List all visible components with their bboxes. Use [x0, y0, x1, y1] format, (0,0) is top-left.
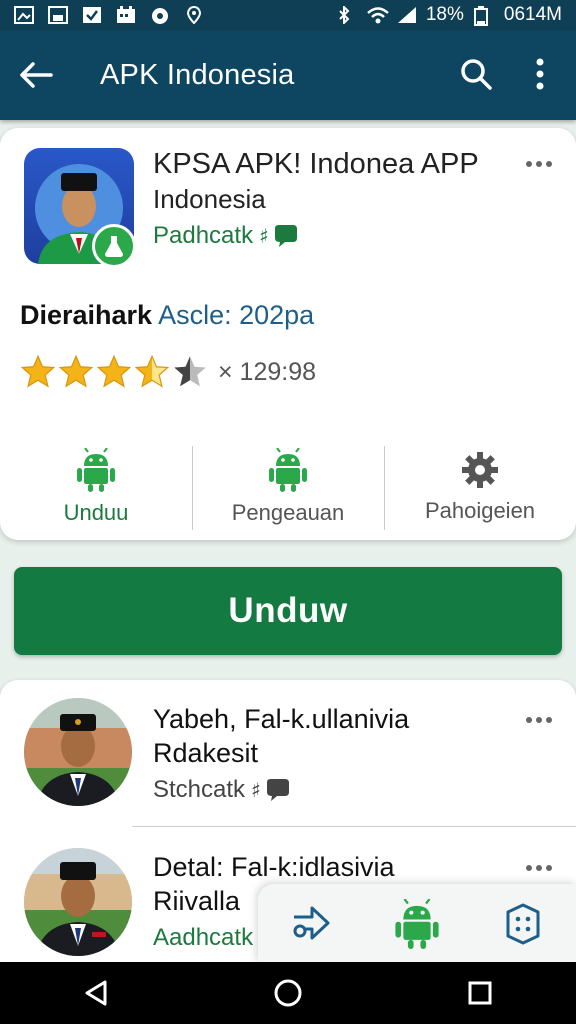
list-item-category: Stchcatk ♯ [153, 776, 291, 804]
list-item-title: Yabeh, Fal-k.ullanivia [153, 704, 410, 734]
square-recents-icon [468, 981, 492, 1005]
list-item-category-label: Aadhcatk [153, 924, 254, 951]
arrow-left-icon [20, 62, 53, 88]
location-notification-icon [184, 5, 204, 25]
gear-icon [462, 452, 498, 488]
star-full-icon [58, 354, 94, 388]
calendar-notification-icon [116, 6, 136, 24]
rating-count: × 129:98 [218, 357, 317, 386]
list-item-category-label: Stchcatk [153, 776, 246, 803]
circle-home-icon [274, 979, 302, 1007]
page-title: APK Indonesia [100, 58, 295, 91]
check-notification-icon [82, 6, 102, 24]
app-bar: APK Indonesia [0, 30, 576, 120]
list-divider [132, 826, 576, 827]
share-toolbar-button[interactable] [281, 894, 341, 954]
app-name: KPSA APK! Indonea APP [153, 148, 479, 180]
dice-toolbar-button[interactable] [493, 894, 553, 954]
list-item-subtitle: Rdakesit [153, 738, 259, 768]
app-meta: Dieraihark Ascle: 202pa [20, 300, 314, 331]
rating-row: × 129:98 [20, 354, 316, 390]
triangle-back-icon [85, 980, 107, 1006]
nav-recents-button[interactable] [450, 968, 510, 1018]
action-download[interactable]: Unduu [0, 444, 192, 530]
app-detail-card: KPSA APK! Indonea APP Indonesia Padhcatk… [0, 128, 576, 540]
install-badge [92, 224, 136, 268]
android-toolbar-button[interactable] [387, 894, 447, 954]
android-icon [395, 899, 439, 949]
back-button[interactable] [16, 55, 56, 95]
list-item-title: Detal: Fal-k:idlasivia [153, 852, 395, 882]
list-item-menu-button[interactable] [522, 708, 556, 732]
system-nav-bar [0, 962, 576, 1024]
action-share-label: Pengeauan [231, 500, 345, 525]
camera-notification-icon [150, 6, 170, 24]
person-portrait-icon [24, 848, 132, 956]
app-developer[interactable]: Indonesia [153, 184, 266, 215]
image-notification-icon [14, 6, 34, 24]
share-arrow-icon [293, 906, 330, 940]
status-bar: 18% 0614M [0, 0, 576, 30]
clock: 0614M [503, 4, 562, 25]
signal-icon [396, 6, 416, 24]
category-label: Padhcatk [153, 222, 254, 249]
person-portrait-icon [24, 698, 132, 806]
download-button[interactable]: Unduw [14, 567, 562, 655]
svg-text:♯: ♯ [251, 778, 261, 802]
star-full-icon [96, 354, 132, 388]
more-horizontal-icon [526, 717, 552, 723]
meta-version: Ascle: 202pa [158, 300, 315, 330]
floating-toolbar [258, 884, 576, 964]
avatar [24, 698, 132, 806]
chat-tag-icon: ♯ [251, 778, 290, 802]
notification-icons [14, 5, 204, 25]
wifi-icon [366, 6, 389, 24]
list-item[interactable]: Yabeh, Fal-k.ullanivia Rdakesit Stchcatk… [0, 690, 576, 830]
card-menu-button[interactable] [522, 152, 556, 176]
star-full-icon [20, 354, 56, 388]
star-empty-icon [174, 356, 206, 387]
bluetooth-icon [336, 4, 356, 26]
star-half-icon [134, 354, 170, 388]
meta-label: Dieraihark [20, 300, 153, 330]
app-category[interactable]: Padhcatk ♯ [153, 222, 299, 250]
nav-home-button[interactable] [258, 968, 318, 1018]
avatar [24, 848, 132, 956]
nav-back-button[interactable] [66, 968, 126, 1018]
chat-tag-icon: ♯ [259, 224, 298, 248]
list-item-subtitle: Riivalla [153, 886, 241, 916]
system-indicators: 18% 0614M [336, 4, 562, 26]
more-vertical-icon [536, 58, 544, 90]
more-horizontal-icon [526, 865, 552, 871]
list-item-category: Aadhcatk [153, 924, 253, 952]
search-button[interactable] [456, 54, 496, 94]
flask-icon [105, 236, 123, 257]
action-download-label: Unduu [63, 500, 129, 525]
action-settings[interactable]: Pahoigeien [384, 444, 576, 530]
search-icon [461, 59, 492, 90]
list-item-menu-button[interactable] [522, 856, 556, 880]
battery-percent: 18% [425, 4, 464, 25]
action-share[interactable]: Pengeauan [192, 444, 384, 530]
more-horizontal-icon [526, 161, 552, 167]
battery-icon [473, 6, 494, 26]
overflow-menu-button[interactable] [524, 54, 556, 94]
dice-icon [506, 903, 540, 945]
action-settings-label: Pahoigeien [424, 498, 536, 523]
svg-text:♯: ♯ [259, 224, 269, 248]
action-row: Unduu Pengeauan Pahoigeien [0, 444, 576, 530]
save-notification-icon [48, 6, 68, 24]
android-icon [269, 448, 307, 492]
android-icon [77, 448, 115, 492]
